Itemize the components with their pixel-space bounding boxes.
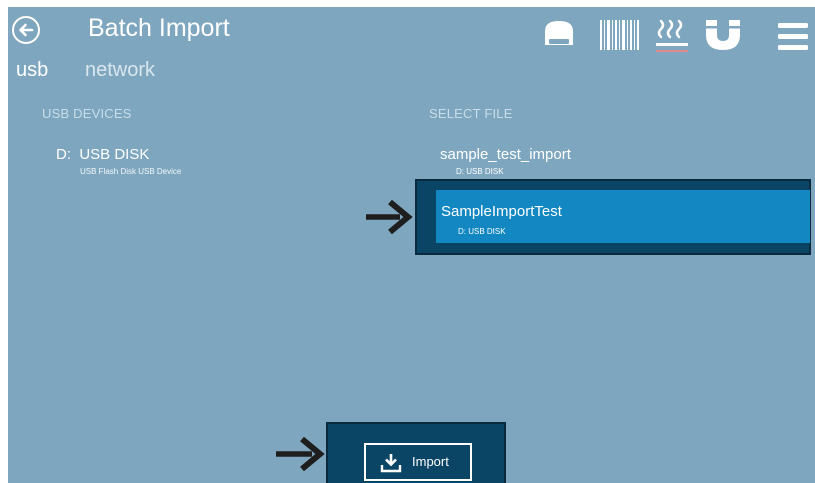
back-button[interactable] [11,15,41,45]
heat-icon [656,19,688,52]
selected-file-highlight: SampleImportTest D: USB DISK [415,179,811,255]
tab-network[interactable]: network [85,59,155,82]
file-item[interactable]: sample_test_import D: USB DISK [440,146,800,178]
file-location: D: USB DISK [458,227,506,236]
tube-button[interactable] [541,17,577,53]
usb-device-name: D: USB DISK [56,146,150,163]
usb-device-description: USB Flash Disk USB Device [80,167,182,176]
usb-device-item[interactable]: D: USB DISK USB Flash Disk USB Device [56,146,286,186]
download-icon [380,454,402,473]
select-file-heading: SELECT FILE [429,106,513,121]
menu-icon [778,23,808,50]
app-window: Batch Import usb network USB DEVICES D: … [8,7,815,483]
page-title: Batch Import [88,14,230,42]
heat-button[interactable] [653,17,691,57]
back-arrow-icon [12,16,40,44]
callout-arrow-icon [276,436,325,472]
magnet-icon [706,20,740,50]
file-location: D: USB DISK [456,167,504,176]
tube-icon [545,21,573,45]
file-name: sample_test_import [440,146,571,163]
tab-usb[interactable]: usb [16,59,48,82]
import-button-highlight: Import [326,422,506,483]
file-item-selected[interactable]: SampleImportTest D: USB DISK [436,190,810,243]
barcode-button[interactable] [598,17,642,53]
callout-arrow-icon [366,199,413,235]
menu-button[interactable] [776,21,810,53]
import-button-label: Import [412,454,449,469]
import-button[interactable]: Import [364,443,472,481]
usb-devices-heading: USB DEVICES [42,106,132,121]
magnet-button[interactable] [703,17,743,53]
barcode-icon [600,20,639,50]
file-name: SampleImportTest [441,203,562,220]
